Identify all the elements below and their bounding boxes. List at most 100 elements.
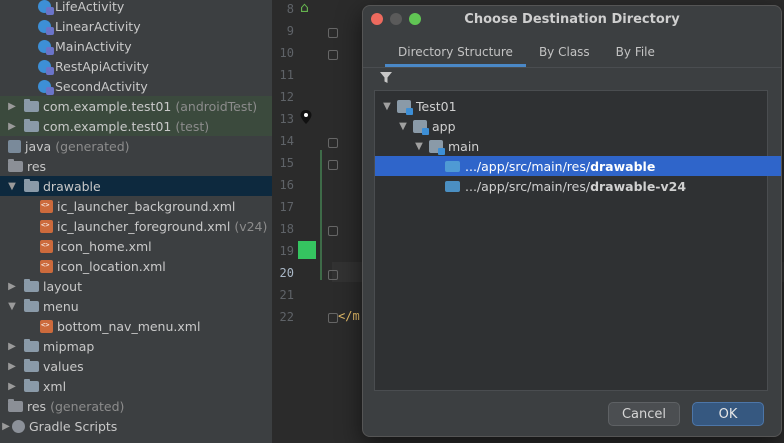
tree-item-linearactivity[interactable]: LinearActivity bbox=[0, 16, 272, 36]
tab-directory-structure[interactable]: Directory Structure bbox=[385, 42, 526, 67]
dialog-title: Choose Destination Directory bbox=[464, 12, 680, 27]
line-number-current: 20 bbox=[279, 266, 294, 280]
folder-icon bbox=[24, 299, 39, 312]
chevron-down-icon[interactable]: ▼ bbox=[413, 141, 425, 152]
line-number: 11 bbox=[279, 68, 294, 82]
folder-icon bbox=[24, 179, 39, 192]
chevron-down-icon[interactable]: ▼ bbox=[397, 121, 409, 132]
chevron-right-icon[interactable]: ▶ bbox=[6, 361, 18, 372]
cancel-button[interactable]: Cancel bbox=[608, 402, 680, 426]
project-module-icon bbox=[397, 99, 413, 115]
tree-item-secondactivity[interactable]: SecondActivity bbox=[0, 76, 272, 96]
tab-by-file[interactable]: By File bbox=[603, 42, 668, 65]
tree-item-test-package[interactable]: ▶ com.example.test01 (test) bbox=[0, 116, 272, 136]
tree-item-ic-launcher-foreground[interactable]: ic_launcher_foreground.xml (v24) bbox=[0, 216, 272, 236]
closing-tag-text: </m bbox=[338, 309, 360, 323]
home-icon: ⌂ bbox=[300, 0, 309, 16]
line-number: 21 bbox=[279, 288, 294, 302]
tree-item-bottom-nav-menu[interactable]: bottom_nav_menu.xml bbox=[0, 316, 272, 336]
project-tree: LifeActivity LinearActivity MainActivity… bbox=[0, 0, 272, 443]
line-number: 17 bbox=[279, 200, 294, 214]
tree-item-restapiactivity[interactable]: RestApiActivity bbox=[0, 56, 272, 76]
dir-node-drawable-v24[interactable]: .../app/src/main/res/ drawable-v24 bbox=[375, 176, 781, 196]
tree-item-java-generated[interactable]: java (generated) bbox=[0, 136, 272, 156]
tree-item-res[interactable]: res bbox=[0, 156, 272, 176]
tree-item-res-generated[interactable]: res (generated) bbox=[0, 396, 272, 416]
line-number: 14 bbox=[279, 134, 294, 148]
choose-destination-dialog: Choose Destination Directory Directory S… bbox=[362, 5, 782, 437]
folder-icon bbox=[24, 379, 39, 392]
fold-marker-icon[interactable] bbox=[328, 226, 338, 236]
tree-item-gradle-scripts[interactable]: ▶ Gradle Scripts bbox=[0, 416, 272, 436]
xml-file-icon bbox=[40, 199, 53, 213]
tree-item-layout[interactable]: ▶ layout bbox=[0, 276, 272, 296]
chevron-down-icon[interactable]: ▼ bbox=[381, 101, 393, 112]
dir-node-app[interactable]: ▼ app bbox=[375, 116, 781, 136]
tree-item-icon-location[interactable]: icon_location.xml bbox=[0, 256, 272, 276]
dir-node-main[interactable]: ▼ main bbox=[375, 136, 781, 156]
tree-item-icon-home[interactable]: icon_home.xml bbox=[0, 236, 272, 256]
chevron-right-icon[interactable]: ▶ bbox=[6, 341, 18, 352]
chevron-right-icon[interactable]: ▶ bbox=[6, 281, 18, 292]
tree-item-menu[interactable]: ▼ menu bbox=[0, 296, 272, 316]
module-icon bbox=[413, 119, 429, 135]
activity-icon bbox=[38, 39, 54, 55]
tree-item-lifeactivity[interactable]: LifeActivity bbox=[0, 0, 272, 16]
tree-item-values[interactable]: ▶ values bbox=[0, 356, 272, 376]
vcs-change-bar bbox=[320, 150, 322, 280]
chevron-right-icon[interactable]: ▶ bbox=[6, 121, 18, 132]
source-set-icon bbox=[429, 139, 445, 155]
fold-marker-icon[interactable] bbox=[328, 160, 338, 170]
fold-marker-icon[interactable] bbox=[328, 270, 338, 280]
dialog-titlebar: Choose Destination Directory bbox=[363, 6, 781, 32]
package-folder-icon bbox=[24, 119, 39, 132]
line-number: 10 bbox=[279, 46, 294, 60]
tree-item-mainactivity[interactable]: MainActivity bbox=[0, 36, 272, 56]
line-number: 16 bbox=[279, 178, 294, 192]
line-number: 22 bbox=[279, 310, 294, 324]
line-number: 12 bbox=[279, 90, 294, 104]
tree-item-mipmap[interactable]: ▶ mipmap bbox=[0, 336, 272, 356]
location-pin-icon bbox=[300, 110, 312, 124]
xml-file-icon bbox=[40, 219, 53, 233]
chevron-right-icon[interactable]: ▶ bbox=[0, 421, 12, 432]
activity-icon bbox=[38, 59, 54, 75]
ok-button[interactable]: OK bbox=[692, 402, 764, 426]
directory-tree[interactable]: ▼ Test01 ▼ app ▼ main .../app/src/main/r… bbox=[374, 90, 781, 391]
res-folder-icon bbox=[8, 399, 23, 412]
xml-file-icon bbox=[40, 259, 53, 273]
folder-icon bbox=[24, 359, 39, 372]
fold-marker-icon[interactable] bbox=[328, 28, 338, 38]
line-number: 13 bbox=[279, 112, 294, 126]
tree-item-xml[interactable]: ▶ xml bbox=[0, 376, 272, 396]
tree-item-drawable[interactable]: ▼ drawable bbox=[0, 176, 272, 196]
activity-icon bbox=[38, 19, 54, 35]
dialog-tabs: Directory Structure By Class By File bbox=[385, 42, 668, 67]
folder-icon bbox=[445, 160, 460, 172]
dir-node-drawable[interactable]: .../app/src/main/res/ drawable bbox=[375, 156, 781, 176]
java-folder-icon bbox=[8, 139, 21, 153]
fold-marker-icon[interactable] bbox=[328, 313, 338, 323]
chevron-right-icon[interactable]: ▶ bbox=[6, 101, 18, 112]
chevron-down-icon[interactable]: ▼ bbox=[6, 301, 18, 312]
res-folder-icon bbox=[8, 159, 23, 172]
activity-icon bbox=[38, 0, 54, 15]
filter-icon[interactable] bbox=[380, 72, 392, 84]
chevron-down-icon[interactable]: ▼ bbox=[6, 181, 18, 192]
fold-marker-icon[interactable] bbox=[328, 50, 338, 60]
divider bbox=[363, 67, 781, 68]
fold-marker-icon[interactable] bbox=[328, 138, 338, 148]
tree-item-ic-launcher-background[interactable]: ic_launcher_background.xml bbox=[0, 196, 272, 216]
chevron-right-icon[interactable]: ▶ bbox=[6, 381, 18, 392]
line-number: 8 bbox=[286, 2, 294, 16]
changed-line-marker bbox=[298, 241, 316, 259]
activity-icon bbox=[38, 79, 54, 95]
gradle-icon bbox=[12, 419, 25, 433]
xml-file-icon bbox=[40, 319, 53, 333]
package-folder-icon bbox=[24, 99, 39, 112]
xml-file-icon bbox=[40, 239, 53, 253]
tab-by-class[interactable]: By Class bbox=[526, 42, 603, 65]
tree-item-androidtest-package[interactable]: ▶ com.example.test01 (androidTest) bbox=[0, 96, 272, 116]
line-number: 18 bbox=[279, 222, 294, 236]
dir-node-project[interactable]: ▼ Test01 bbox=[375, 96, 773, 116]
